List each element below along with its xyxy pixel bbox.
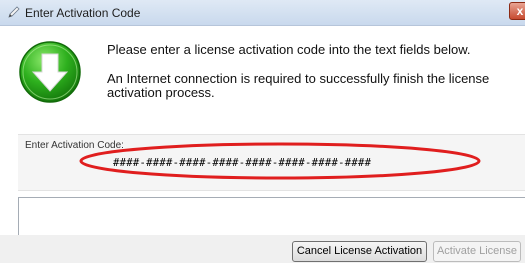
title-bar[interactable]: Enter Activation Code x [0,0,525,26]
activation-dialog: Enter Activation Code x Please enter a l… [0,0,525,263]
button-bar: Cancel License Activation Activate Licen… [0,235,525,263]
instruction-text: Please enter a license activation code i… [107,42,471,57]
close-button[interactable]: x [509,2,525,20]
connection-notice-text: An Internet connection is required to su… [107,71,490,100]
activation-code-field[interactable]: ####-####-####-####-####-####-####-#### [113,156,463,170]
activate-license-button[interactable]: Activate License [433,241,521,262]
window-title: Enter Activation Code [25,6,141,20]
download-arrow-icon [19,41,81,103]
pencil-icon [8,6,20,18]
dialog-content: Please enter a license activation code i… [0,26,525,263]
activation-code-section: Enter Activation Code: ####-####-####-##… [18,134,525,191]
cancel-activation-button[interactable]: Cancel License Activation [292,241,427,262]
